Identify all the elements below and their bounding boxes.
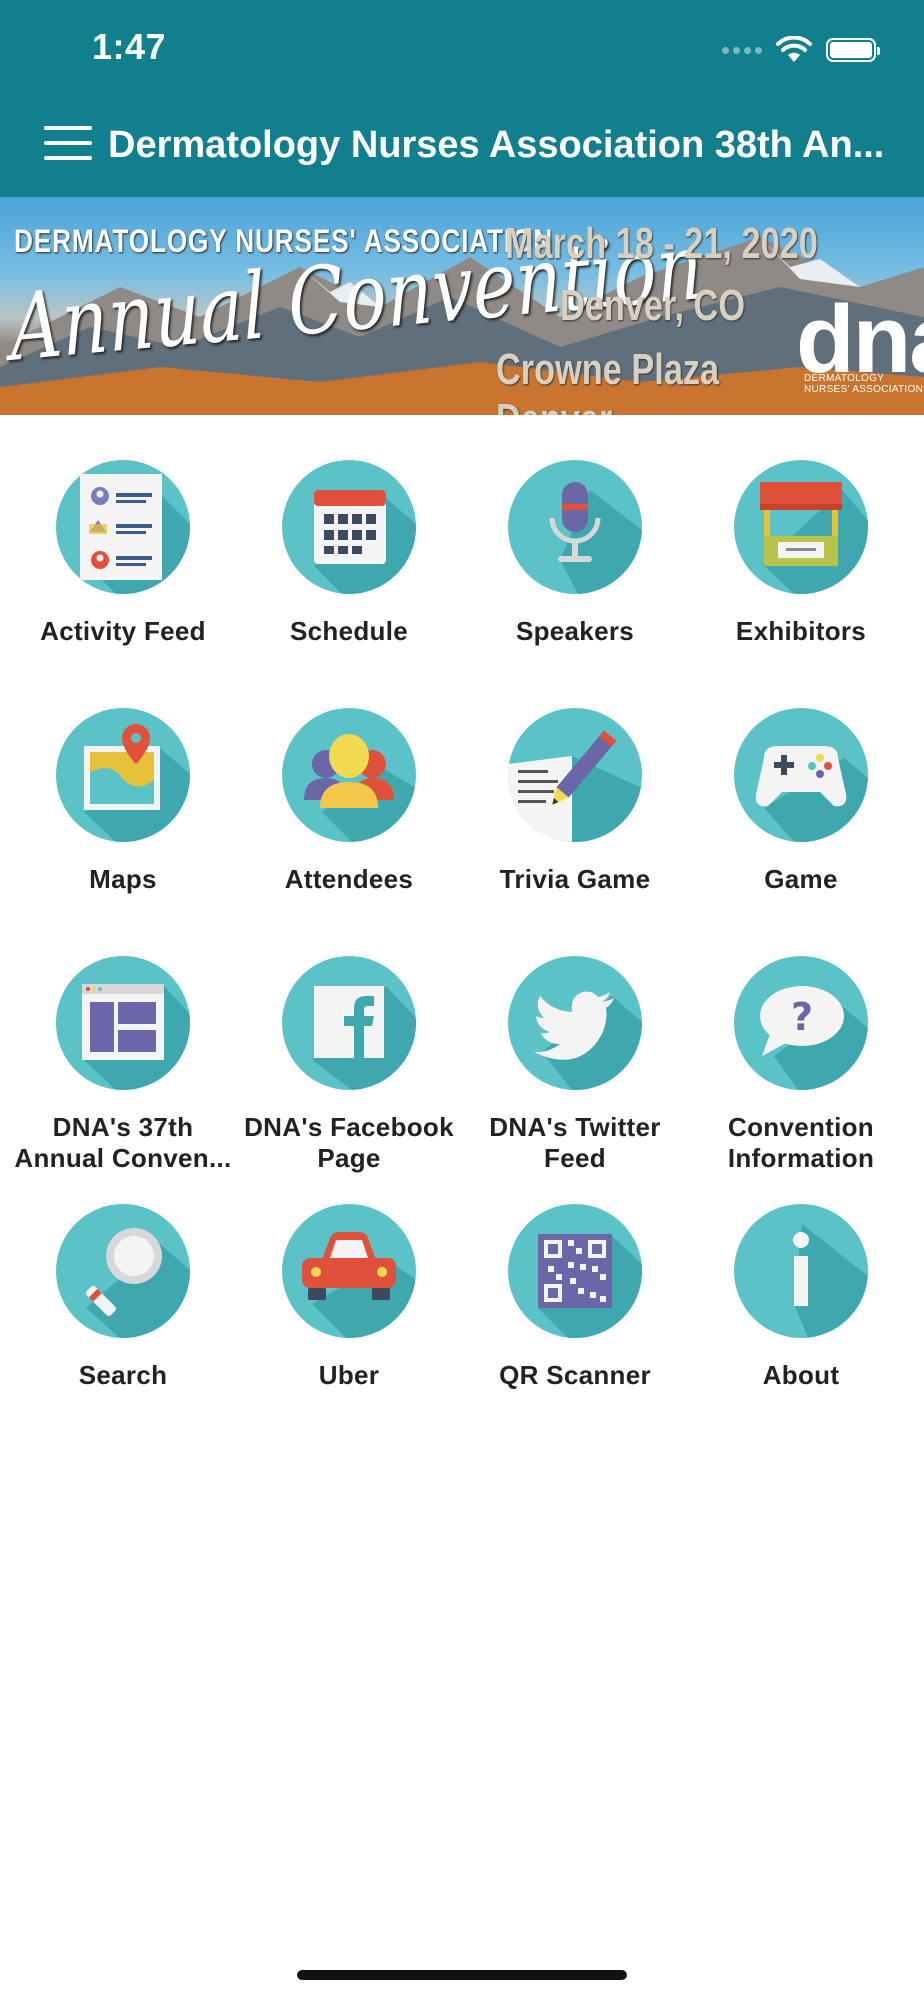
app-title: Dermatology Nurses Association 38th An..… bbox=[108, 124, 885, 166]
tile-exhibitors[interactable]: Exhibitors bbox=[688, 460, 914, 708]
feature-grid: Activity Feed Schedule Speakers Exhibito… bbox=[10, 460, 914, 1452]
facebook-icon bbox=[314, 986, 384, 1058]
tile-label: Convention Information bbox=[727, 1112, 875, 1173]
qr-code-icon bbox=[538, 1234, 612, 1308]
pencil-paper-icon bbox=[508, 730, 617, 842]
car-icon bbox=[302, 1232, 396, 1300]
tile-label: Search bbox=[78, 1360, 168, 1390]
hamburger-menu-icon[interactable] bbox=[44, 126, 92, 166]
tile-label: QR Scanner bbox=[499, 1360, 651, 1390]
webpage-icon bbox=[82, 984, 164, 1060]
tile-maps[interactable]: Maps bbox=[10, 708, 236, 956]
convention-banner: DERMATOLOGY NURSES' ASSOCIATION Annual C… bbox=[0, 197, 924, 415]
tile-label: Exhibitors bbox=[735, 616, 867, 646]
tile-label: Speakers bbox=[515, 616, 635, 646]
booth-icon bbox=[760, 482, 842, 566]
home-indicator[interactable] bbox=[297, 1970, 627, 1980]
gamepad-icon bbox=[755, 746, 847, 807]
tile-about[interactable]: About bbox=[688, 1204, 914, 1452]
tile-label: Trivia Game bbox=[499, 864, 651, 894]
question-bubble-icon: ? bbox=[760, 986, 844, 1056]
tile-label: Game bbox=[764, 864, 838, 894]
tile-dna-twitter[interactable]: DNA's Twitter Feed bbox=[462, 956, 688, 1204]
wifi-icon bbox=[776, 36, 812, 62]
battery-icon bbox=[826, 38, 880, 62]
dna-logo-subtitle: DERMATOLOGY NURSES' ASSOCIATION bbox=[804, 373, 924, 395]
calendar-icon bbox=[314, 490, 386, 564]
twitter-icon bbox=[534, 991, 614, 1060]
tile-game[interactable]: Game bbox=[688, 708, 914, 956]
tile-label: Activity Feed bbox=[40, 616, 206, 646]
tile-qr-scanner[interactable]: QR Scanner bbox=[462, 1204, 688, 1452]
tile-label: DNA's Facebook Page bbox=[244, 1112, 454, 1173]
banner-city: Denver, CO bbox=[560, 281, 746, 330]
tile-label: DNA's Twitter Feed bbox=[489, 1112, 661, 1173]
tile-schedule[interactable]: Schedule bbox=[236, 460, 462, 708]
tile-label: Attendees bbox=[284, 864, 414, 894]
info-icon bbox=[793, 1232, 809, 1306]
activity-feed-icon bbox=[80, 474, 162, 580]
map-icon bbox=[84, 724, 160, 810]
tile-trivia-game[interactable]: Trivia Game bbox=[462, 708, 688, 956]
tile-label: Maps bbox=[89, 864, 157, 894]
tile-search[interactable]: Search bbox=[10, 1204, 236, 1452]
tile-label: Schedule bbox=[290, 616, 408, 646]
svg-text:?: ? bbox=[791, 995, 813, 1039]
magnifier-icon bbox=[85, 1228, 162, 1316]
tile-uber[interactable]: Uber bbox=[236, 1204, 462, 1452]
banner-venue: Crowne Plaza Denver bbox=[496, 345, 720, 415]
tile-label: DNA's 37th Annual Conven... bbox=[14, 1112, 232, 1173]
tile-speakers[interactable]: Speakers bbox=[462, 460, 688, 708]
tile-dna-37th-convention[interactable]: DNA's 37th Annual Conven... bbox=[10, 956, 236, 1204]
tile-attendees[interactable]: Attendees bbox=[236, 708, 462, 956]
microphone-icon bbox=[549, 482, 601, 562]
status-icons bbox=[722, 36, 880, 64]
cellular-signal-icon bbox=[722, 46, 762, 54]
banner-dates: March 18 - 21, 2020 bbox=[505, 219, 818, 268]
tile-activity-feed[interactable]: Activity Feed bbox=[10, 460, 236, 708]
people-icon bbox=[304, 734, 394, 808]
app-header: 1:47 Dermatology Nurses Association 38th… bbox=[0, 0, 924, 197]
tile-label: About bbox=[762, 1360, 840, 1390]
tile-dna-facebook[interactable]: DNA's Facebook Page bbox=[236, 956, 462, 1204]
tile-label: Uber bbox=[318, 1360, 380, 1390]
status-time: 1:47 bbox=[92, 26, 167, 67]
tile-convention-information[interactable]: ? Convention Information bbox=[688, 956, 914, 1204]
